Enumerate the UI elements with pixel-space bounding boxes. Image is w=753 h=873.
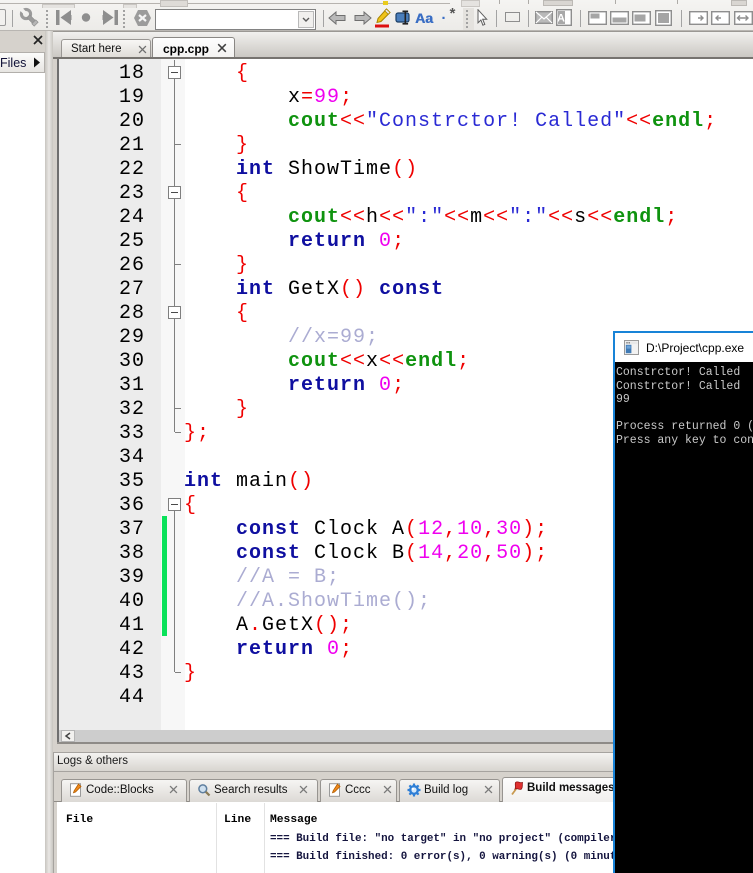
svg-text:A: A	[557, 13, 565, 25]
